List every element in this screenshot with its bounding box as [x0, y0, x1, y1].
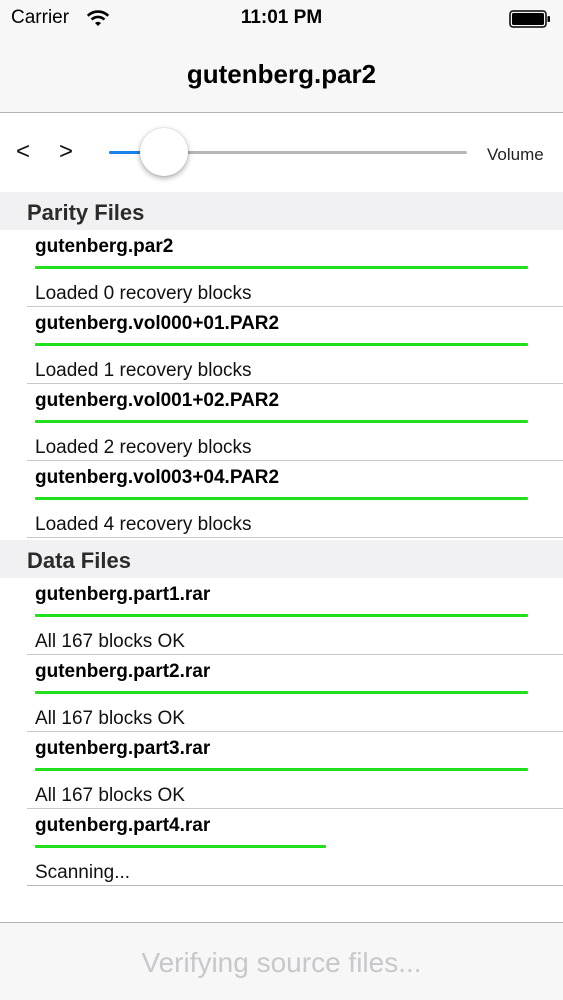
verification-status: Verifying source files...	[141, 947, 422, 978]
list-item[interactable]: gutenberg.part2.rar All 167 blocks OK	[27, 655, 563, 732]
file-name: gutenberg.par2	[35, 236, 174, 257]
progress-bar	[35, 768, 528, 771]
file-name: gutenberg.part2.rar	[35, 661, 211, 682]
volume-slider[interactable]	[109, 128, 467, 176]
file-name: gutenberg.vol000+01.PAR2	[35, 313, 280, 334]
list-item[interactable]: gutenberg.par2 Loaded 0 recovery blocks	[27, 230, 563, 307]
file-name: gutenberg.vol001+02.PAR2	[35, 390, 280, 411]
file-status: Loaded 1 recovery blocks	[35, 360, 252, 381]
file-status: All 167 blocks OK	[35, 631, 185, 652]
progress-bar	[35, 343, 528, 346]
file-status: Scanning...	[35, 862, 131, 883]
progress-bar	[35, 420, 528, 423]
list-item[interactable]: gutenberg.part1.rar All 167 blocks OK	[27, 578, 563, 655]
page-title: gutenberg.par2	[186, 59, 377, 89]
file-name: gutenberg.part4.rar	[35, 815, 211, 836]
progress-bar	[35, 266, 528, 269]
list-item[interactable]: gutenberg.vol001+02.PAR2 Loaded 2 recove…	[27, 384, 563, 461]
progress-bar	[35, 614, 528, 617]
navigation-bar: gutenberg.par2	[0, 38, 563, 113]
list-item[interactable]: gutenberg.vol003+04.PAR2 Loaded 4 recove…	[27, 461, 563, 538]
section-header-data: Data Files	[0, 540, 563, 578]
file-status: All 167 blocks OK	[35, 785, 185, 806]
list-item[interactable]: gutenberg.part3.rar All 167 blocks OK	[27, 732, 563, 809]
previous-button[interactable]: <	[16, 138, 30, 166]
volume-label: Volume	[487, 145, 544, 164]
clock: 11:01 PM	[240, 7, 323, 28]
file-status: All 167 blocks OK	[35, 708, 185, 729]
progress-bar	[35, 845, 326, 848]
next-button[interactable]: >	[59, 138, 73, 166]
section-header-parity: Parity Files	[0, 192, 563, 230]
progress-bar	[35, 497, 528, 500]
section-title: Parity Files	[27, 200, 145, 225]
file-name: gutenberg.part3.rar	[35, 738, 211, 759]
controls-bar: < > Volume	[0, 114, 563, 190]
file-name: gutenberg.vol003+04.PAR2	[35, 467, 280, 488]
section-title: Data Files	[27, 548, 131, 573]
file-status: Loaded 4 recovery blocks	[35, 514, 252, 535]
battery-icon	[509, 10, 550, 28]
file-status: Loaded 0 recovery blocks	[35, 283, 252, 304]
progress-bar	[35, 691, 528, 694]
list-item[interactable]: gutenberg.part4.rar Scanning...	[27, 809, 563, 886]
file-name: gutenberg.part1.rar	[35, 584, 211, 605]
bottom-toolbar: Verifying source files...	[0, 922, 563, 1000]
file-status: Loaded 2 recovery blocks	[35, 437, 252, 458]
status-bar: Carrier 11:01 PM	[0, 0, 563, 38]
list-item[interactable]: gutenberg.vol000+01.PAR2 Loaded 1 recove…	[27, 307, 563, 384]
slider-thumb[interactable]	[140, 128, 188, 176]
